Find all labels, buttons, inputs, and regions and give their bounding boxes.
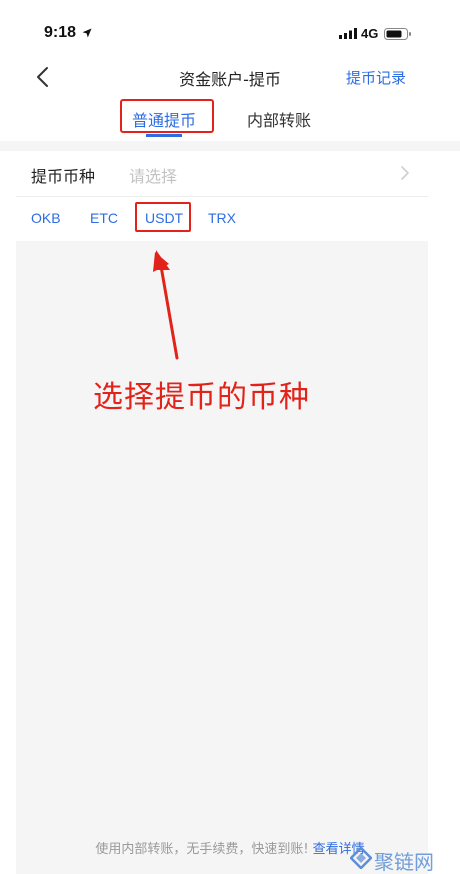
tab-bar: 普通提币 内部转账 — [0, 98, 460, 140]
coin-select-placeholder: 请选择 — [129, 167, 178, 186]
withdraw-history-link[interactable]: 提币记录 — [346, 67, 406, 88]
chevron-right-icon — [401, 166, 409, 180]
footer-text: 使用内部转账，无手续费，快速到账! — [95, 842, 309, 857]
network-label: 4G — [361, 26, 379, 41]
location-arrow-icon — [82, 28, 92, 38]
annotation-arrow-icon — [153, 250, 179, 360]
coin-select-row[interactable]: 提币币种 请选择 — [16, 151, 428, 195]
status-bar: 9:18 4G — [0, 0, 460, 56]
coin-select-card: 提币币种 请选择 OKB ETC USDT TRX — [16, 151, 428, 241]
active-tab-indicator — [146, 134, 182, 137]
watermark-logo-icon — [350, 847, 372, 869]
watermark-text: 聚链网 — [374, 850, 434, 874]
row-divider — [16, 196, 428, 197]
annotation-highlight-tab — [120, 99, 214, 133]
quick-coin-okb[interactable]: OKB — [31, 210, 61, 226]
status-time: 9:18 — [44, 24, 77, 41]
content-background — [16, 141, 428, 874]
watermark: 聚链网 — [348, 846, 458, 874]
quick-coin-trx[interactable]: TRX — [208, 210, 236, 226]
annotation-label: 选择提币的币种 — [93, 380, 310, 415]
quick-coin-etc[interactable]: ETC — [90, 210, 118, 226]
signal-icon — [339, 28, 357, 39]
withdraw-page: 9:18 4G 资金账户-提币 提币记录 普通提币 内部转账 提币币种 请选择 … — [0, 0, 460, 874]
coin-select-label: 提币币种 — [31, 167, 96, 186]
annotation-highlight-usdt — [135, 202, 191, 232]
battery-icon — [384, 28, 411, 40]
tab-internal-transfer[interactable]: 内部转账 — [247, 107, 311, 131]
nav-bar: 资金账户-提币 提币记录 — [0, 56, 460, 98]
